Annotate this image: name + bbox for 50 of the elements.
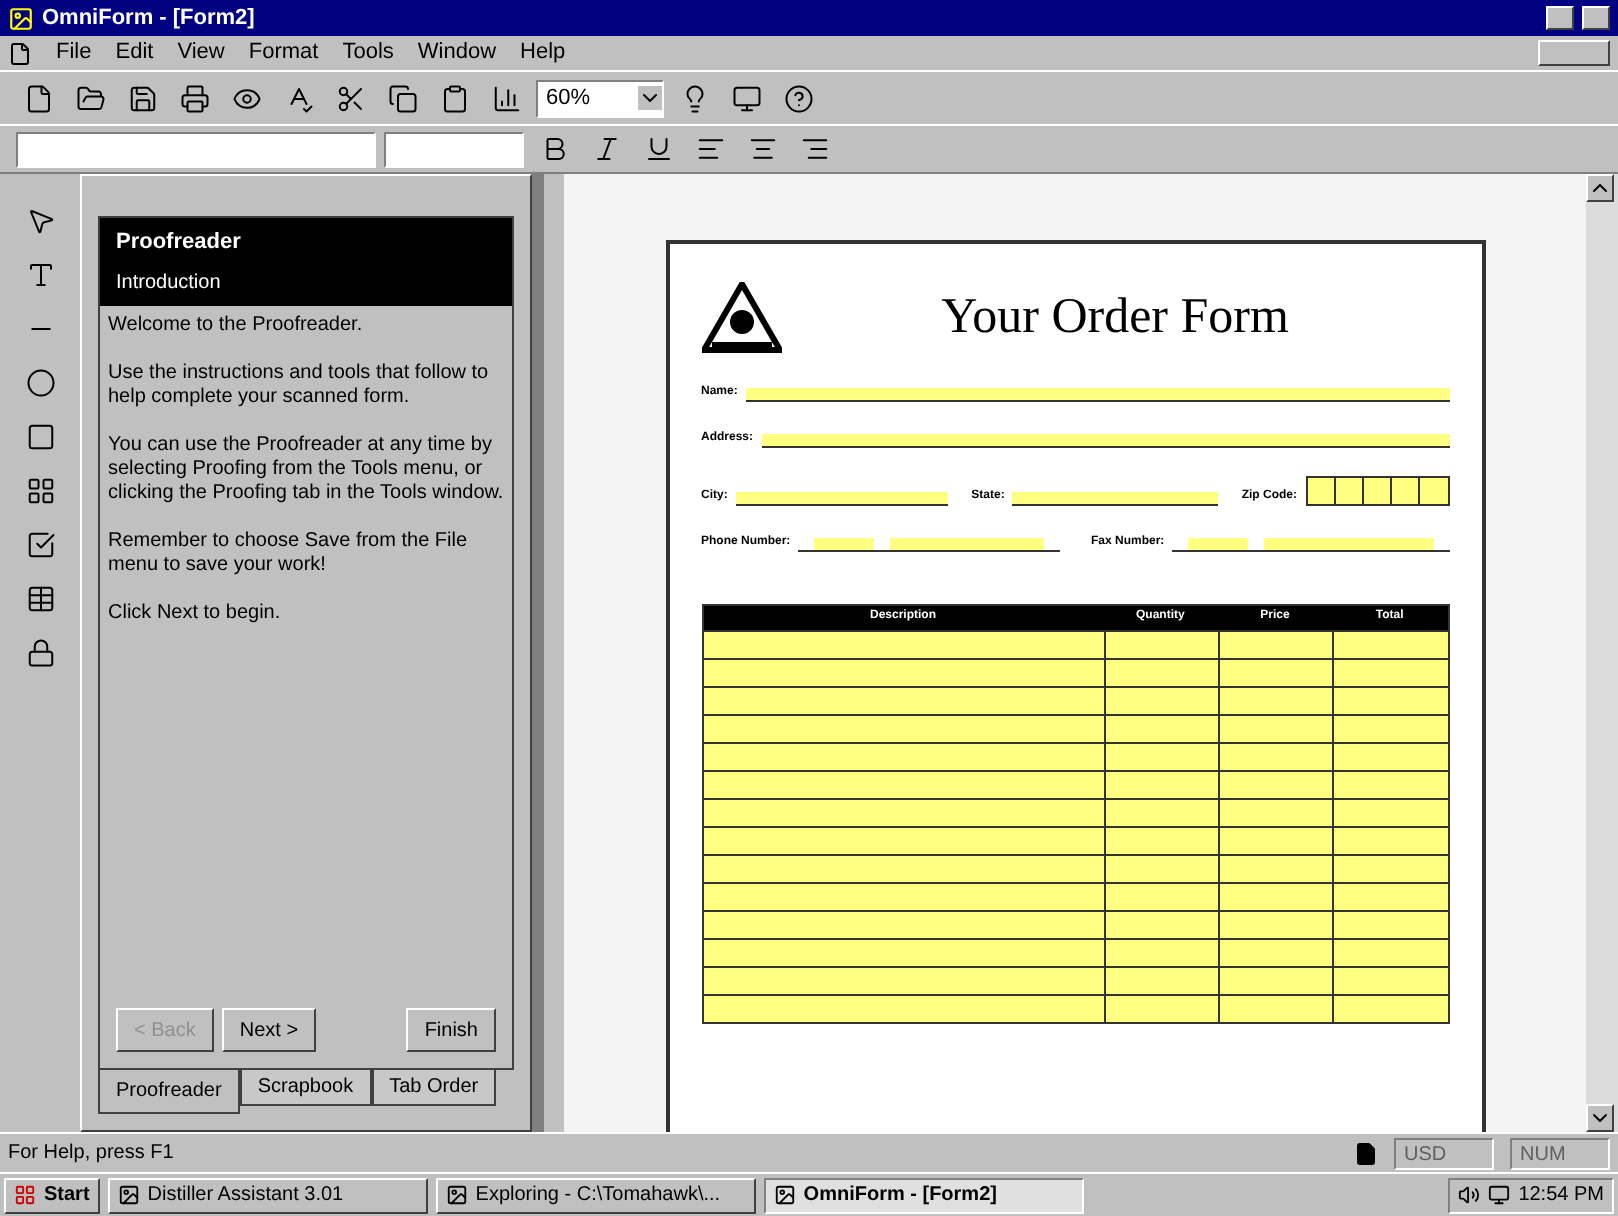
app-icon (773, 1184, 796, 1206)
instruction-text: Welcome to the Proofreader. (108, 313, 365, 337)
menu-item[interactable]: Format (248, 36, 319, 70)
app-icon (8, 5, 34, 31)
menu-item[interactable]: Help (520, 36, 566, 70)
taskbar-button[interactable]: Exploring - C:\Tomahawk\... (435, 1177, 756, 1213)
fill-in-line[interactable] (798, 537, 1059, 551)
status-indicator: NUM (1510, 1137, 1610, 1169)
instruction-text: You can use the Proofreader at any time by selecting Proofing from the Tools menu, or clicking the Proofing tab in the Tools window. (108, 433, 504, 505)
speaker-icon (1458, 1184, 1481, 1206)
windows-logo-icon (14, 1184, 36, 1206)
clock: 12:54 PM (1518, 1182, 1604, 1210)
taskbar-button[interactable]: OmniForm - [Form2] (763, 1177, 1084, 1213)
document-icon (1354, 1141, 1378, 1165)
menu-item[interactable]: Tools (342, 36, 394, 70)
menu-item[interactable]: File (56, 36, 92, 70)
menu-item[interactable]: View (177, 36, 225, 70)
panel-tab[interactable]: Scrapbook (239, 1070, 372, 1106)
window-controls[interactable] (1538, 40, 1610, 66)
panel-title: Proofreader (116, 228, 243, 258)
instruction-text: Click Next to begin. (108, 601, 283, 625)
status-indicator: USD (1394, 1137, 1494, 1169)
monitor-icon (1488, 1184, 1511, 1206)
app-icon (445, 1184, 468, 1206)
zoom-combo[interactable]: 60% (536, 79, 664, 117)
fill-in-line[interactable] (1172, 537, 1449, 551)
minimize-button[interactable] (1546, 6, 1574, 30)
instruction-text: Remember to choose Save from the File menu to save your work! (108, 529, 470, 577)
triangle-logo (701, 281, 781, 354)
panel-tab[interactable]: Tab Order (371, 1070, 497, 1106)
menu-item[interactable]: Window (417, 36, 497, 70)
instruction-text: Use the instructions and tools that follow to help complete your scanned form. (108, 361, 491, 409)
taskbar-button[interactable]: Distiller Assistant 3.01 (107, 1177, 428, 1213)
maximize-button[interactable] (1582, 6, 1610, 30)
form-title: Your Order Form (939, 288, 1291, 348)
status-text: For Help, press F1 (8, 1140, 176, 1168)
zip-code-boxes[interactable] (1305, 475, 1450, 505)
wizard-button[interactable]: Finish (406, 1008, 496, 1052)
start-button[interactable]: Start (4, 1177, 100, 1213)
font-combo[interactable] (16, 131, 376, 167)
window-title: OmniForm - [Form2] (42, 3, 255, 34)
panel-subtitle: Introduction (116, 269, 223, 297)
wizard-button[interactable]: Next > (221, 1008, 317, 1052)
panel-tab[interactable]: Proofreader (98, 1070, 240, 1114)
vertical-scrollbar[interactable] (1586, 174, 1618, 1132)
app-icon (117, 1184, 140, 1206)
size-combo[interactable] (384, 131, 524, 167)
dropdown-icon (638, 86, 662, 110)
menu-item[interactable]: Edit (115, 36, 154, 70)
document-icon (8, 41, 32, 65)
